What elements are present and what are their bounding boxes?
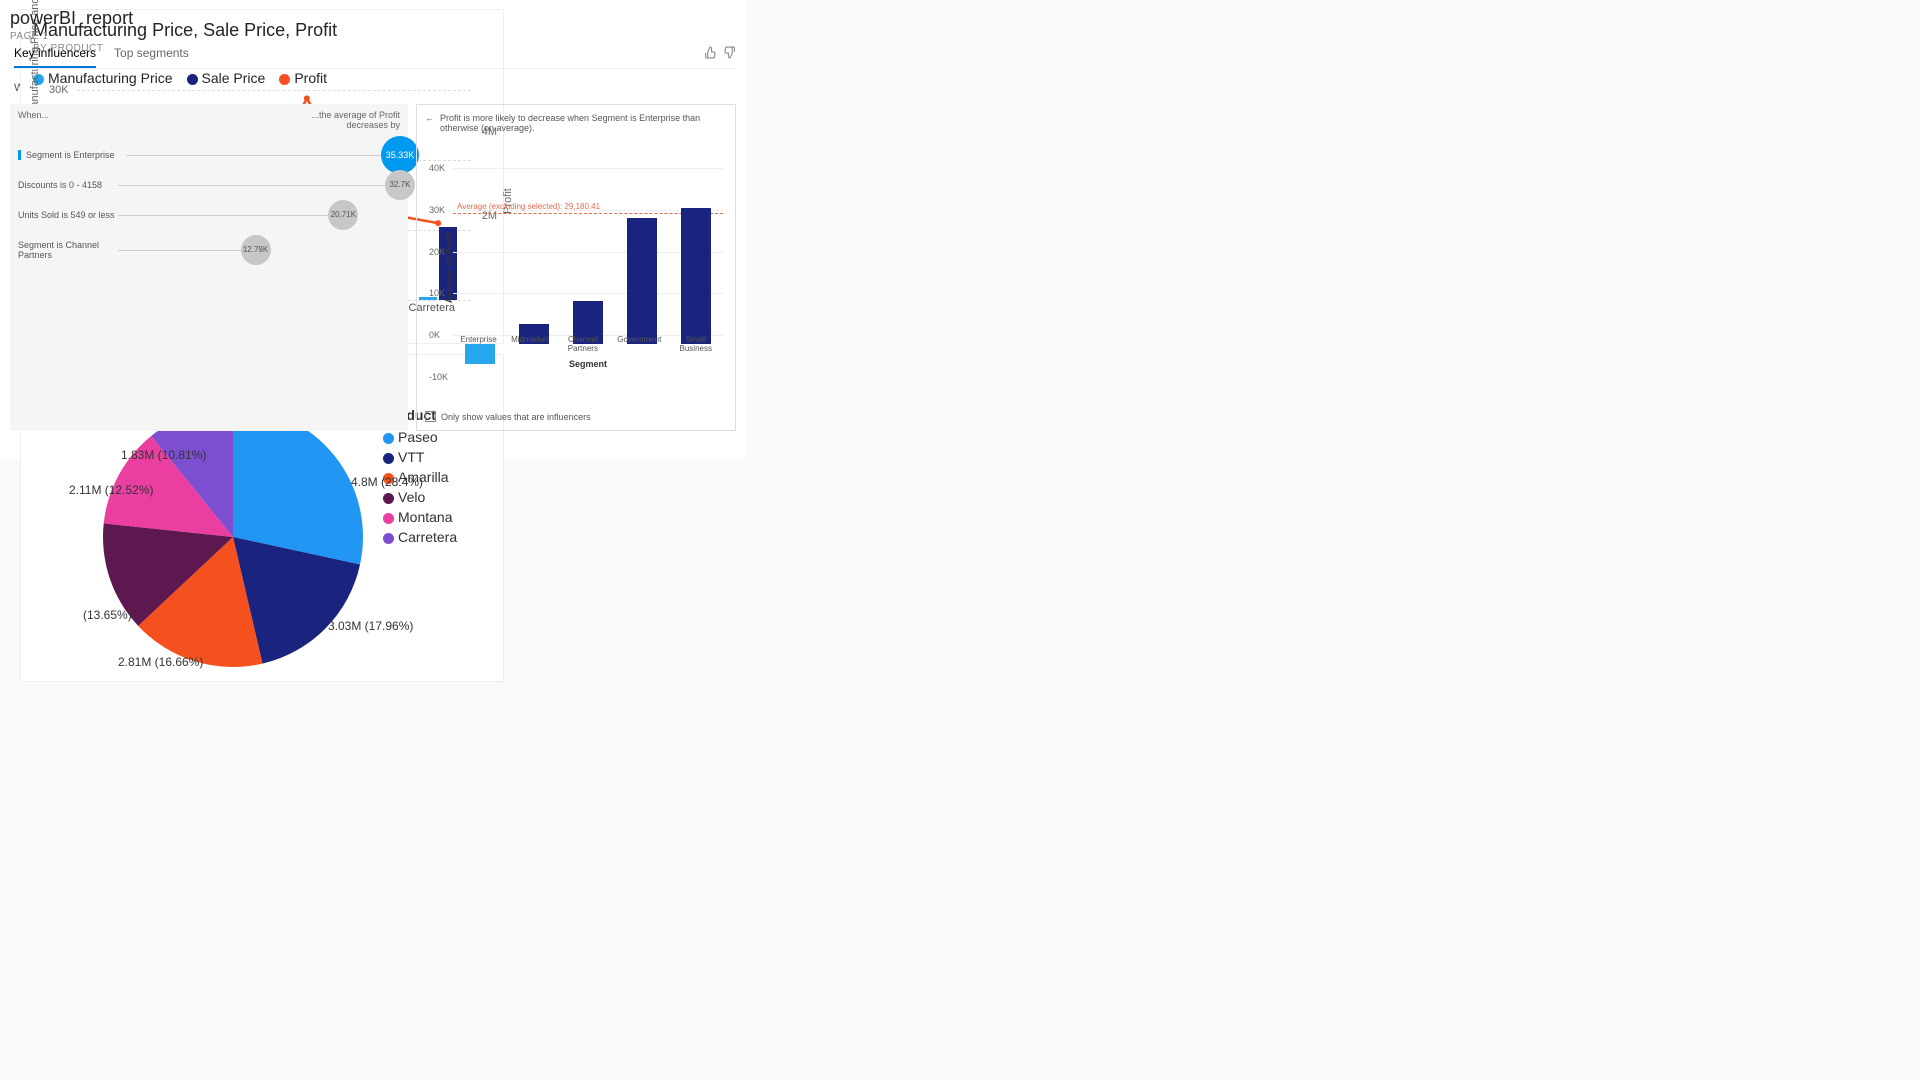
pie-legend-velo[interactable]: Velo bbox=[383, 489, 457, 505]
pie-legend-vtt[interactable]: VTT bbox=[383, 449, 457, 465]
tab-key-influencers[interactable]: Key influencers bbox=[14, 46, 96, 68]
pie-label-vtt: 3.03M (17.96%) bbox=[328, 619, 413, 633]
pie-legend-carretera[interactable]: Carretera bbox=[383, 529, 457, 545]
ki-row-1[interactable]: Discounts is 0 - 415832.7K bbox=[18, 180, 400, 190]
seg-bar-small-business[interactable] bbox=[681, 208, 711, 344]
thumbs-down-icon[interactable] bbox=[723, 46, 736, 62]
pie-legend-paseo[interactable]: Paseo bbox=[383, 429, 457, 445]
pie-label-montana: 2.11M (12.52%) bbox=[69, 483, 154, 497]
ki-row-0[interactable]: Segment is Enterprise35.33K bbox=[18, 150, 400, 160]
pie-label-amarilla: 2.81M (16.66%) bbox=[118, 655, 203, 669]
combo-legend: Manufacturing Price Sale Price Profit bbox=[33, 70, 491, 86]
legend-sale[interactable]: Sale Price bbox=[187, 70, 266, 86]
pie-label-velo: (13.65%) bbox=[83, 608, 132, 622]
pie-label-paseo: 4.8M (28.4%) bbox=[351, 475, 423, 489]
ki-influencers-panel: When......the average of Profit decrease… bbox=[10, 104, 408, 431]
seg-bar-government[interactable] bbox=[627, 218, 657, 344]
tab-top-segments[interactable]: Top segments bbox=[114, 46, 189, 68]
legend-profit[interactable]: Profit bbox=[279, 70, 327, 86]
ki-tabs: Key influencers Top segments bbox=[10, 46, 736, 69]
ki-detail-panel: ←Profit is more likely to decrease when … bbox=[416, 104, 736, 431]
only-influencers-checkbox[interactable]: Only show values that are influencers bbox=[425, 411, 727, 422]
back-arrow-icon[interactable]: ← bbox=[425, 113, 434, 123]
segment-bar-chart[interactable]: Average of Profit -10K 0K 10K 20K 30K 40… bbox=[453, 147, 723, 377]
report-card: powerBI_report PAGE 1 Key influencers To… bbox=[0, 0, 746, 459]
pie-label-carretera: 1.83M (10.81%) bbox=[121, 448, 206, 462]
pie-legend-montana[interactable]: Montana bbox=[383, 509, 457, 525]
thumbs-up-icon[interactable] bbox=[704, 46, 717, 62]
pie-plot[interactable] bbox=[103, 407, 363, 667]
ki-row-3[interactable]: Segment is Channel Partners12.79K bbox=[18, 240, 400, 260]
report-title: powerBI_report bbox=[10, 8, 133, 29]
report-subtitle: PAGE 1 bbox=[10, 31, 133, 42]
ki-row-2[interactable]: Units Sold is 549 or less20.71K bbox=[18, 210, 400, 220]
